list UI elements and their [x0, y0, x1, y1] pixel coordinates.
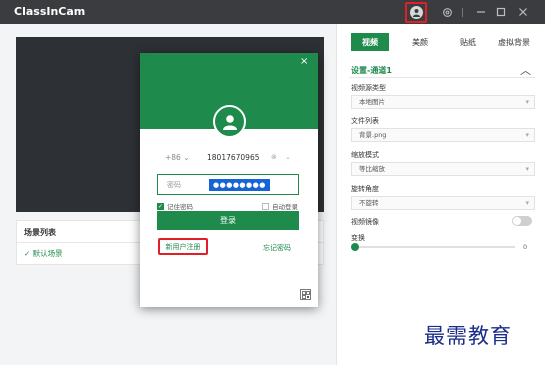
maximize-icon: [496, 7, 506, 17]
country-code-value: +86: [165, 153, 181, 162]
user-avatar-button[interactable]: [405, 2, 427, 23]
password-field[interactable]: 密码 ●●●●●●●●: [157, 174, 299, 195]
tab-beauty[interactable]: 美颜: [401, 33, 439, 51]
scene-list-title: 场景列表: [24, 228, 56, 237]
qr-code-button[interactable]: [300, 289, 311, 300]
login-button[interactable]: 登录: [157, 211, 299, 230]
close-button[interactable]: [514, 3, 532, 21]
rotation-value: 不旋转: [359, 199, 379, 207]
file-list-label: 文件列表: [351, 117, 379, 125]
maximize-button[interactable]: [492, 3, 510, 21]
settings-button[interactable]: [438, 3, 456, 21]
transform-slider-track[interactable]: [355, 246, 515, 248]
forgot-password-link[interactable]: 忘记密码: [263, 243, 291, 253]
channel-settings-title: 设置-通道1: [351, 66, 392, 75]
checkmark-icon: ✓: [157, 202, 164, 210]
file-list-select[interactable]: 背景.png ▾: [351, 128, 535, 142]
password-placeholder: 密码: [167, 181, 181, 189]
chevron-down-icon: ▾: [525, 131, 529, 139]
country-code-select[interactable]: +86 ⌄: [165, 153, 190, 162]
section-divider: [349, 77, 535, 78]
scale-mode-label: 缩放模式: [351, 151, 379, 159]
video-mirror-label: 视频镜像: [351, 218, 379, 226]
video-source-type-select[interactable]: 本地图片 ▾: [351, 95, 535, 109]
chevron-down-icon: ▾: [525, 165, 529, 173]
register-link[interactable]: 新用户注册: [158, 238, 208, 255]
rotation-label: 旋转角度: [351, 185, 379, 193]
qr-code-icon: [301, 290, 310, 299]
tab-sticker[interactable]: 贴纸: [449, 33, 487, 51]
scene-list-item[interactable]: ✓ 默认场景: [24, 248, 63, 259]
gear-icon: [442, 7, 452, 17]
password-value: ●●●●●●●●: [209, 179, 270, 191]
transform-value: 0: [523, 243, 528, 251]
chevron-up-icon[interactable]: ︿: [520, 62, 531, 78]
minimize-button[interactable]: [472, 3, 490, 21]
app-window: ClassInCam 场景列表 ⋯ ✓ 默认场景 视频 美颜 贴纸: [0, 0, 545, 365]
clear-icon[interactable]: ⊗: [271, 153, 277, 161]
close-icon[interactable]: ×: [300, 56, 308, 67]
tab-video[interactable]: 视频: [351, 33, 389, 51]
titlebar-divider: [462, 8, 463, 17]
video-mirror-toggle[interactable]: [512, 216, 532, 226]
user-avatar-icon: [409, 6, 423, 19]
phone-value: 18017670965: [207, 153, 260, 162]
auto-login-checkbox[interactable]: 自动登录: [262, 201, 298, 211]
auto-login-label: 自动登录: [272, 203, 298, 211]
checkbox-icon: [262, 202, 269, 210]
scale-mode-value: 等比缩放: [359, 165, 385, 173]
remember-password-label: 记住密码: [167, 203, 193, 211]
minimize-icon: [477, 11, 485, 13]
login-dialog: × +86 ⌄ 18017670965 ⊗ ⌄ 密码 ●●●●●●●● ✓ 记住…: [140, 53, 318, 307]
user-avatar-icon: [213, 105, 246, 138]
tab-virtual-background[interactable]: 虚拟背景: [489, 33, 539, 51]
toggle-knob: [513, 217, 521, 225]
title-bar: ClassInCam: [0, 0, 545, 24]
scale-mode-select[interactable]: 等比缩放 ▾: [351, 162, 535, 176]
transform-slider-thumb[interactable]: [351, 243, 359, 251]
settings-panel: 视频 美颜 贴纸 虚拟背景 设置-通道1 ︿ 视频源类型 本地图片 ▾ 文件列表…: [336, 24, 545, 365]
transform-label: 变换: [351, 234, 365, 242]
video-source-type-label: 视频源类型: [351, 84, 386, 92]
video-source-type-value: 本地图片: [359, 98, 385, 106]
chevron-down-icon[interactable]: ⌄: [285, 153, 291, 161]
phone-field[interactable]: +86 ⌄ 18017670965 ⊗ ⌄: [165, 153, 295, 165]
rotation-select[interactable]: 不旋转 ▾: [351, 196, 535, 210]
chevron-down-icon: ▾: [525, 199, 529, 207]
file-list-value: 背景.png: [359, 131, 387, 139]
app-title: ClassInCam: [14, 5, 86, 18]
remember-password-checkbox[interactable]: ✓ 记住密码: [157, 201, 193, 211]
chevron-down-icon: ▾: [525, 98, 529, 106]
watermark-text: 最需教育: [424, 324, 512, 348]
close-icon: [519, 8, 527, 16]
